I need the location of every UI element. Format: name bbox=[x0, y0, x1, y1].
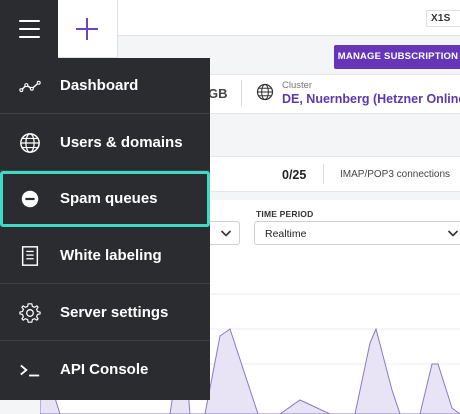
manage-subscription-button[interactable]: MANAGE SUBSCRIPTION bbox=[334, 45, 460, 69]
nav-item-spam-queues[interactable]: Spam queues bbox=[0, 171, 210, 227]
nav-item-users-domains[interactable]: Users & domains bbox=[0, 115, 210, 171]
nav-item-dashboard[interactable]: Dashboard bbox=[0, 58, 210, 114]
time-period-label: TIME PERIOD bbox=[256, 209, 314, 219]
globe-icon bbox=[256, 83, 274, 101]
nav-item-server-settings[interactable]: Server settings bbox=[0, 285, 210, 341]
dashboard-icon bbox=[19, 80, 41, 93]
connections-count: 0/25 bbox=[282, 168, 307, 182]
menu-toggle-button[interactable] bbox=[0, 0, 58, 58]
nav-item-api-console[interactable]: API Console bbox=[0, 342, 210, 398]
chevron-down-icon bbox=[220, 230, 232, 237]
plus-icon bbox=[76, 28, 98, 30]
nav-drawer: Dashboard Users & domains Spam queues Wh… bbox=[0, 58, 210, 400]
gear-icon bbox=[19, 303, 41, 323]
nav-item-label: Server settings bbox=[60, 304, 169, 321]
time-period-select[interactable]: Realtime bbox=[254, 221, 460, 245]
chevron-down-icon bbox=[447, 230, 459, 237]
terminal-icon bbox=[20, 364, 40, 377]
globe-icon bbox=[20, 133, 40, 153]
cluster-value: DE, Nuernberg (Hetzner Online) bbox=[282, 92, 460, 106]
hamburger-icon bbox=[19, 36, 40, 38]
nav-item-label: Spam queues bbox=[60, 190, 158, 207]
nav-item-label: API Console bbox=[60, 361, 149, 378]
time-period-value: Realtime bbox=[265, 228, 307, 240]
plan-badge[interactable]: X1S bbox=[426, 10, 460, 27]
nav-item-label: Dashboard bbox=[60, 77, 139, 94]
divider bbox=[323, 164, 324, 184]
hamburger-icon bbox=[19, 28, 40, 30]
connections-label: IMAP/POP3 connections bbox=[340, 169, 451, 180]
nav-item-label: White labeling bbox=[60, 247, 162, 264]
storage-value: GB bbox=[208, 86, 228, 101]
divider bbox=[241, 80, 242, 106]
nav-item-white-labeling[interactable]: White labeling bbox=[0, 228, 210, 284]
cluster-label: Cluster bbox=[282, 80, 313, 91]
document-icon bbox=[21, 246, 39, 266]
add-button[interactable] bbox=[58, 0, 118, 58]
minus-circle-icon bbox=[21, 190, 39, 208]
nav-item-label: Users & domains bbox=[60, 134, 183, 151]
hamburger-icon bbox=[19, 20, 40, 22]
